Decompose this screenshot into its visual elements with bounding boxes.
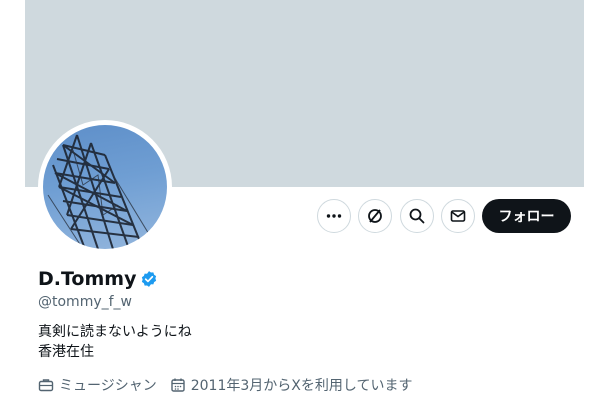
search-icon: [409, 208, 425, 224]
display-name: D.Tommy: [38, 268, 137, 290]
avatar-image: [43, 125, 167, 249]
joined-item: 2011年3月からXを利用しています: [170, 375, 413, 395]
message-button[interactable]: [441, 199, 475, 233]
profile-avatar[interactable]: [38, 120, 172, 254]
grok-button[interactable]: [358, 199, 392, 233]
search-button[interactable]: [400, 199, 434, 233]
follow-button[interactable]: フォロー: [482, 199, 571, 233]
profile-meta: ミュージシャン 2011年3月からXを利用しています: [38, 375, 425, 395]
grok-icon: [368, 209, 382, 223]
profession-item: ミュージシャン: [38, 375, 157, 395]
briefcase-icon: [38, 379, 54, 392]
bio-line: 香港在住: [38, 344, 94, 360]
user-handle: @tommy_f_w: [38, 294, 132, 310]
profession-label: ミュージシャン: [59, 378, 157, 394]
more-options-button[interactable]: [317, 199, 351, 233]
name-row: D.Tommy: [38, 268, 158, 290]
calendar-icon: [171, 378, 185, 392]
verified-badge-icon[interactable]: [140, 270, 158, 288]
joined-label: 2011年3月からXを利用しています: [190, 378, 413, 394]
envelope-icon: [450, 210, 466, 222]
more-horizontal-icon: [326, 214, 342, 218]
bio: 真剣に読まないようにね 香港在住: [38, 322, 192, 362]
bio-line: 真剣に読まないようにね: [38, 324, 192, 340]
